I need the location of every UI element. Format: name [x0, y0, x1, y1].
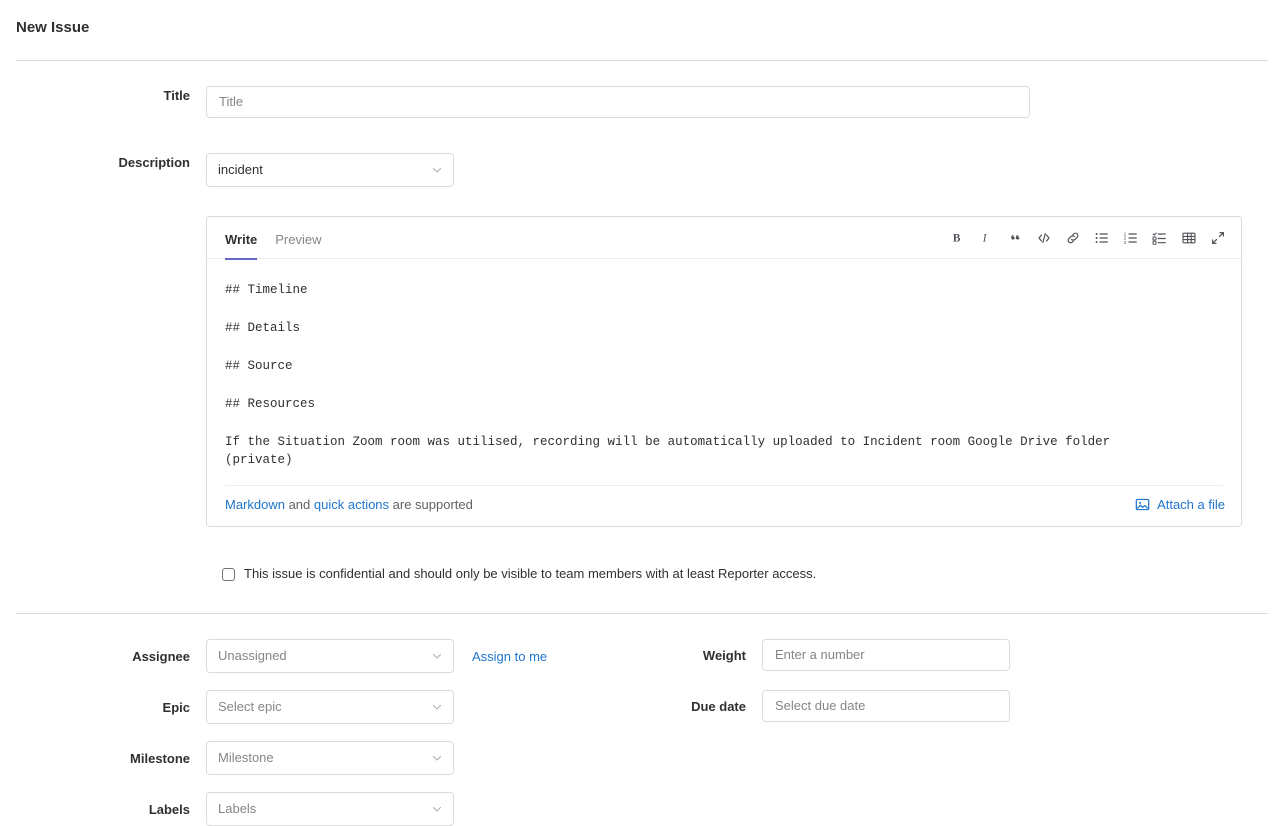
attributes-left-column: Assignee Unassigned Assign to me Epic Se…	[16, 639, 652, 826]
page-header: New Issue	[0, 0, 1284, 38]
svg-text:I: I	[981, 232, 987, 244]
weight-field: Enter a number	[762, 639, 1010, 671]
milestone-field: Milestone	[206, 741, 454, 775]
markdown-tabs: Write Preview	[225, 217, 331, 259]
chevron-down-icon	[431, 650, 443, 662]
title-label: Title	[16, 86, 206, 106]
numbered-list-icon[interactable]: 1 2 3	[1122, 229, 1140, 247]
confidential-row: This issue is confidential and should on…	[0, 565, 1284, 583]
weight-input[interactable]: Enter a number	[762, 639, 1010, 671]
attributes-right-column: Weight Enter a number Due date Select du…	[652, 639, 1268, 826]
quote-icon[interactable]	[1006, 229, 1024, 247]
chevron-down-icon	[431, 701, 443, 713]
assignee-field: Unassigned Assign to me	[206, 639, 547, 673]
tab-write[interactable]: Write	[225, 232, 266, 259]
labels-field: Labels	[206, 792, 454, 826]
milestone-select[interactable]: Milestone	[206, 741, 454, 775]
assignee-value: Unassigned	[218, 639, 287, 673]
markdown-line: ## Details	[225, 319, 1223, 337]
title-field-wrap: Title	[206, 86, 1268, 118]
description-template-value: incident	[218, 153, 263, 187]
bullet-list-icon[interactable]	[1093, 229, 1111, 247]
bold-icon[interactable]: B	[948, 229, 966, 247]
epic-row: Epic Select epic	[16, 690, 652, 724]
code-icon[interactable]	[1035, 229, 1053, 247]
due-date-input[interactable]: Select due date	[762, 690, 1010, 722]
chevron-down-icon	[431, 752, 443, 764]
description-label: Description	[16, 153, 206, 173]
issue-attributes-section: Assignee Unassigned Assign to me Epic Se…	[0, 639, 1284, 826]
assignee-label: Assignee	[16, 649, 206, 664]
title-row: Title Title	[0, 86, 1284, 118]
tab-preview[interactable]: Preview	[266, 232, 330, 259]
weight-label: Weight	[652, 648, 762, 663]
due-date-row: Due date Select due date	[652, 690, 1268, 722]
markdown-line: If the Situation Zoom room was utilised,…	[225, 433, 1165, 469]
confidential-label: This issue is confidential and should on…	[244, 565, 816, 583]
markdown-toolbar: B I	[948, 229, 1227, 247]
markdown-tabbar: Write Preview B I	[207, 217, 1241, 259]
header-divider	[16, 60, 1268, 61]
task-list-icon[interactable]	[1151, 229, 1169, 247]
chevron-down-icon	[431, 164, 443, 176]
labels-row: Labels Labels	[16, 792, 652, 826]
description-row: Description incident Write Preview	[0, 153, 1284, 527]
attach-a-file-label: Attach a file	[1157, 497, 1225, 512]
assign-to-me-link[interactable]: Assign to me	[472, 649, 547, 664]
table-icon[interactable]	[1180, 229, 1198, 247]
svg-text:3: 3	[1124, 239, 1127, 244]
markdown-link[interactable]: Markdown	[225, 497, 285, 512]
labels-value: Labels	[218, 792, 256, 826]
link-icon[interactable]	[1064, 229, 1082, 247]
due-date-label: Due date	[652, 699, 762, 714]
page-title: New Issue	[16, 18, 1268, 38]
weight-row: Weight Enter a number	[652, 639, 1268, 671]
section-divider	[16, 613, 1268, 614]
markdown-line: ## Resources	[225, 395, 1223, 413]
milestone-row: Milestone Milestone	[16, 741, 652, 775]
epic-select[interactable]: Select epic	[206, 690, 454, 724]
milestone-label: Milestone	[16, 751, 206, 766]
markdown-help-text: Markdown and quick actions are supported	[225, 497, 473, 512]
assignee-row: Assignee Unassigned Assign to me	[16, 639, 652, 673]
description-field-wrap: incident Write Preview B	[206, 153, 1268, 527]
italic-icon[interactable]: I	[977, 229, 995, 247]
chevron-down-icon	[431, 803, 443, 815]
due-date-field: Select due date	[762, 690, 1010, 722]
fullscreen-icon[interactable]	[1209, 229, 1227, 247]
attach-a-file-button[interactable]: Attach a file	[1135, 497, 1225, 512]
confidential-group: This issue is confidential and should on…	[222, 565, 816, 583]
image-icon	[1135, 497, 1150, 512]
markdown-editor: Write Preview B I	[206, 216, 1242, 527]
markdown-line: ## Timeline	[225, 281, 1223, 299]
title-input[interactable]: Title	[206, 86, 1030, 118]
new-issue-page: New Issue Title Title Description incide…	[0, 0, 1284, 826]
epic-field: Select epic	[206, 690, 454, 724]
markdown-footer: Markdown and quick actions are supported…	[207, 486, 1241, 526]
assignee-select[interactable]: Unassigned	[206, 639, 454, 673]
markdown-textarea[interactable]: ## Timeline ## Details ## Source ## Reso…	[207, 259, 1241, 469]
markdown-line: ## Source	[225, 357, 1223, 375]
svg-text:B: B	[952, 232, 960, 244]
epic-label: Epic	[16, 700, 206, 715]
labels-label: Labels	[16, 802, 206, 817]
labels-select[interactable]: Labels	[206, 792, 454, 826]
description-template-select[interactable]: incident	[206, 153, 454, 187]
markdown-and-text: and	[285, 497, 314, 512]
quick-actions-link[interactable]: quick actions	[314, 497, 389, 512]
confidential-checkbox[interactable]	[222, 568, 235, 581]
milestone-value: Milestone	[218, 741, 274, 775]
epic-value: Select epic	[218, 690, 282, 724]
markdown-supported-text: are supported	[389, 497, 473, 512]
